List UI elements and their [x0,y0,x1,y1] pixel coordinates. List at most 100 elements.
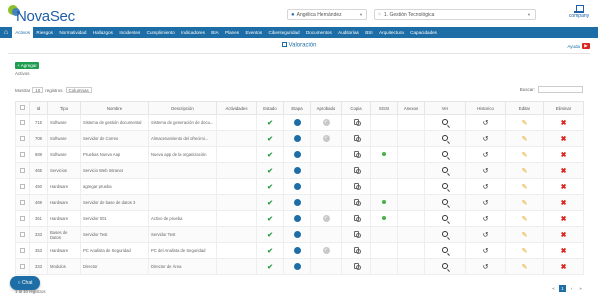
delete-x-icon[interactable]: ✖ [561,216,567,223]
select-all-checkbox[interactable] [20,105,25,110]
delete-x-icon[interactable]: ✖ [561,184,567,191]
history-icon[interactable]: ↺ [483,120,489,127]
history-icon[interactable]: ↺ [483,264,489,271]
view-search-icon[interactable] [442,199,448,205]
edit-pencil-icon[interactable]: ✎ [522,232,528,239]
search-input[interactable] [538,86,583,93]
nav-item-capacidades[interactable]: Capacidades [407,27,440,38]
column-header[interactable]: Nombre [80,101,149,115]
edit-pencil-icon[interactable]: ✎ [522,136,528,143]
row-checkbox[interactable] [20,167,25,173]
row-checkbox[interactable] [20,151,25,157]
delete-x-icon[interactable]: ✖ [561,120,567,127]
chat-button[interactable]: ○ Chat [10,276,40,290]
nav-item-planes[interactable]: Planes [222,27,242,38]
nav-item-bia[interactable]: BIA [208,27,222,38]
nav-item-activos[interactable]: Activos [12,27,34,38]
column-header[interactable]: Eliminar [543,101,584,115]
column-header[interactable]: Copia [341,101,371,115]
copy-icon[interactable] [353,247,361,254]
copy-icon[interactable] [353,215,361,222]
edit-pencil-icon[interactable]: ✎ [522,168,528,175]
history-icon[interactable]: ↺ [483,232,489,239]
nav-item-ciberseguridad[interactable]: Ciberseguridad [265,27,303,38]
history-icon[interactable]: ↺ [483,216,489,223]
page-nav-button[interactable]: « [550,285,557,292]
view-search-icon[interactable] [442,167,448,173]
column-header[interactable]: Etapa [283,101,311,115]
edit-pencil-icon[interactable]: ✎ [522,120,528,127]
row-checkbox[interactable] [20,183,25,189]
row-checkbox[interactable] [20,135,25,141]
view-search-icon[interactable] [442,231,448,237]
row-checkbox[interactable] [20,119,25,125]
history-icon[interactable]: ↺ [483,248,489,255]
column-header[interactable]: Anexos [397,101,425,115]
history-icon[interactable]: ↺ [483,136,489,143]
column-header[interactable]: Tipo [47,101,81,115]
row-checkbox[interactable] [20,247,25,253]
copy-icon[interactable] [353,151,361,158]
columns-button[interactable]: Columnas [65,87,92,93]
copy-icon[interactable] [353,183,361,190]
column-header[interactable]: Historico [465,101,506,115]
edit-pencil-icon[interactable]: ✎ [522,248,528,255]
row-checkbox[interactable] [20,231,25,237]
edit-pencil-icon[interactable]: ✎ [522,184,528,191]
nav-item-eventos[interactable]: Eventos [242,27,265,38]
view-search-icon[interactable] [442,247,448,253]
delete-x-icon[interactable]: ✖ [561,152,567,159]
copy-icon[interactable] [353,263,361,270]
history-icon[interactable]: ↺ [483,184,489,191]
delete-x-icon[interactable]: ✖ [561,248,567,255]
column-header[interactable]: Ver [424,101,466,115]
view-search-icon[interactable] [442,119,448,125]
delete-x-icon[interactable]: ✖ [561,232,567,239]
edit-pencil-icon[interactable]: ✎ [522,264,528,271]
delete-x-icon[interactable]: ✖ [561,200,567,207]
page-size-select[interactable]: 10 [32,87,44,93]
nav-item-hallazgos[interactable]: Hallazgos [90,27,117,38]
nav-item-riesgos[interactable]: Riesgos [33,27,56,38]
copy-icon[interactable] [353,167,361,174]
nav-item-incidentes[interactable]: Incidentes [116,27,143,38]
column-header[interactable]: SGSI [370,101,398,115]
column-header[interactable]: Descripción [148,101,217,115]
history-icon[interactable]: ↺ [483,152,489,159]
delete-x-icon[interactable]: ✖ [561,136,567,143]
row-checkbox[interactable] [20,199,25,205]
view-search-icon[interactable] [442,215,448,221]
edit-pencil-icon[interactable]: ✎ [522,152,528,159]
nav-item-bsi[interactable]: BSI [362,27,376,38]
column-header[interactable]: Aprobado [310,101,342,115]
page-1-button[interactable]: 1 [559,285,566,292]
copy-icon[interactable] [353,135,361,142]
edit-pencil-icon[interactable]: ✎ [522,216,528,223]
column-header[interactable]: Editar [505,101,544,115]
history-icon[interactable]: ↺ [483,168,489,175]
copy-icon[interactable] [353,231,361,238]
column-header[interactable]: Estado [256,101,284,115]
company-select[interactable]: × 1. Gestión Tecnológica ▼ [374,9,536,20]
home-icon[interactable]: ⌂ [0,27,12,38]
nav-item-cumplimiento[interactable]: Cumplimiento [143,27,177,38]
view-search-icon[interactable] [442,263,448,269]
page-nav-button[interactable]: › [568,285,575,292]
nav-item-arquitectura[interactable]: Arquitectura [376,27,407,38]
row-checkbox[interactable] [20,215,25,221]
column-header[interactable]: Id [29,101,48,115]
view-search-icon[interactable] [442,135,448,141]
row-checkbox[interactable] [20,263,25,269]
delete-x-icon[interactable]: ✖ [561,264,567,271]
column-header[interactable]: Actividades [216,101,257,115]
user-select[interactable]: ● Angélica Hernández ▼ [287,9,367,20]
nav-item-auditorías[interactable]: Auditorías [335,27,362,38]
nav-item-normatividad[interactable]: Normatividad [56,27,89,38]
copy-icon[interactable] [353,119,361,126]
history-icon[interactable]: ↺ [483,200,489,207]
edit-pencil-icon[interactable]: ✎ [522,200,528,207]
nav-item-documentos[interactable]: Documentos [303,27,335,38]
copy-icon[interactable] [353,199,361,206]
view-search-icon[interactable] [442,183,448,189]
nav-item-indicadores[interactable]: Indicadores [178,27,208,38]
